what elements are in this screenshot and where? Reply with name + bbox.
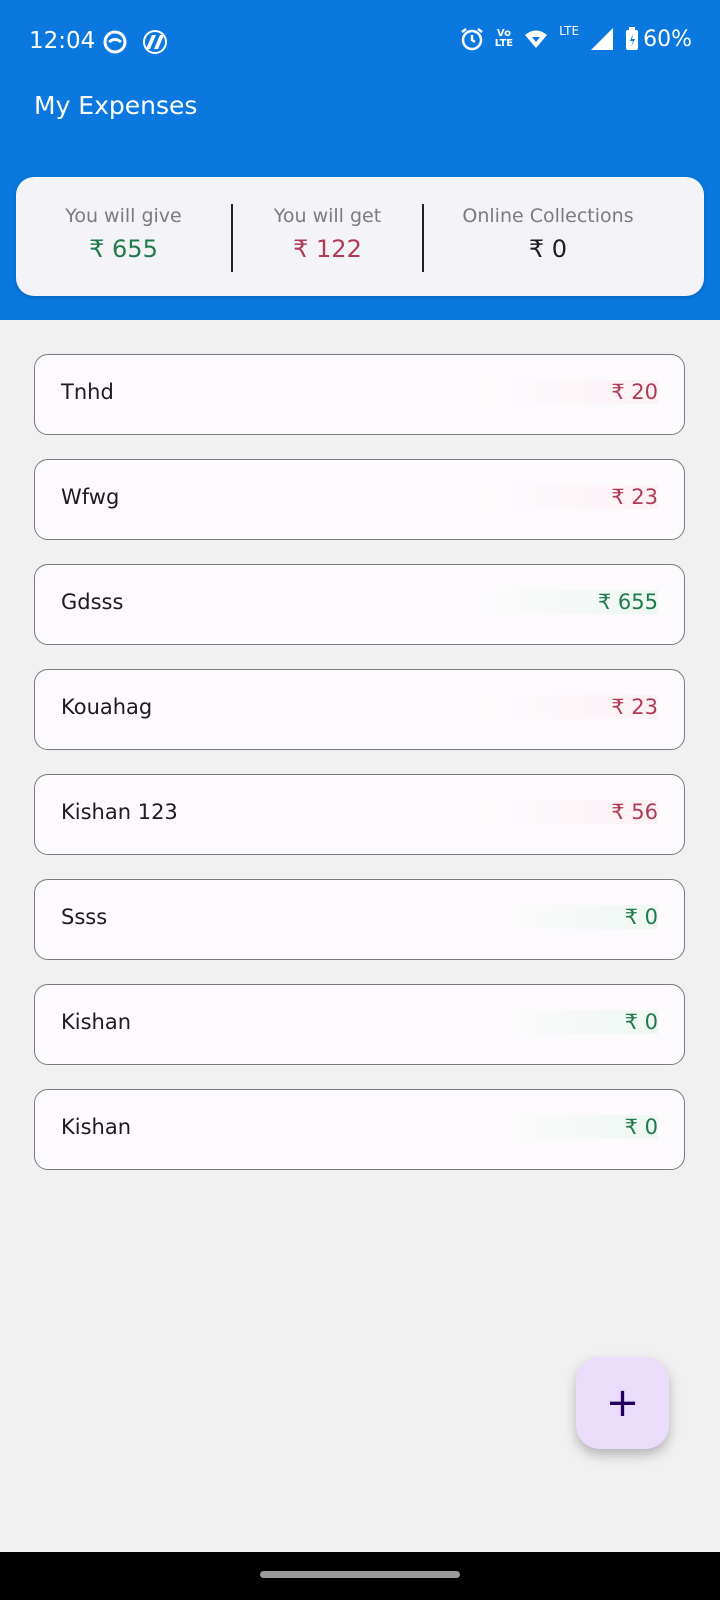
messenger-icon <box>103 30 127 54</box>
home-gesture-handle[interactable] <box>260 1571 460 1578</box>
signal-icon <box>591 28 614 50</box>
status-bar: 12:04 Vo LTE LTE 60% <box>0 0 720 86</box>
app-notification-icon <box>143 30 167 54</box>
volte-icon: Vo LTE <box>495 29 513 49</box>
entry-name: Kishan <box>61 1115 132 1139</box>
entry-amount: ₹ 20 <box>481 380 658 404</box>
entry-amount: ₹ 56 <box>481 800 658 824</box>
get-value: ₹ 122 <box>293 235 362 263</box>
list-item[interactable]: Kishan ₹ 0 <box>34 1089 685 1170</box>
give-value: ₹ 655 <box>89 235 158 263</box>
online-value: ₹ 0 <box>528 235 568 263</box>
list-item[interactable]: Ssss ₹ 0 <box>34 879 685 960</box>
alarm-icon <box>461 28 483 51</box>
system-nav-bar <box>0 1552 720 1600</box>
status-time: 12:04 <box>29 28 96 54</box>
entry-name: Wfwg <box>61 485 120 509</box>
entry-amount: ₹ 655 <box>467 590 658 614</box>
summary-card: You will give ₹ 655 You will get ₹ 122 O… <box>16 177 704 296</box>
entry-amount: ₹ 0 <box>494 1115 658 1139</box>
summary-online: Online Collections ₹ 0 <box>424 177 672 296</box>
wifi-icon <box>525 30 548 48</box>
battery-percent: 60% <box>643 26 692 52</box>
add-entry-button[interactable]: + <box>576 1357 669 1449</box>
entry-name: Kishan 123 <box>61 800 178 824</box>
app-header: 12:04 Vo LTE LTE 60% My Expenses You wil… <box>0 0 720 320</box>
entry-amount: ₹ 23 <box>481 695 658 719</box>
get-label: You will get <box>273 205 382 227</box>
entry-name: Gdsss <box>61 590 124 614</box>
plus-icon: + <box>605 1380 640 1426</box>
entry-name: Tnhd <box>61 380 114 404</box>
list-item[interactable]: Kishan ₹ 0 <box>34 984 685 1065</box>
entry-amount: ₹ 0 <box>494 1010 658 1034</box>
give-label: You will give <box>65 205 182 227</box>
page-title: My Expenses <box>34 91 198 120</box>
volte-label-bottom: LTE <box>494 38 514 49</box>
status-right-icons: Vo LTE LTE 60% <box>459 24 692 52</box>
list-item[interactable]: Wfwg ₹ 23 <box>34 459 685 540</box>
list-item[interactable]: Gdsss ₹ 655 <box>34 564 685 645</box>
list-item[interactable]: Kouahag ₹ 23 <box>34 669 685 750</box>
battery-icon <box>626 27 639 50</box>
summary-get: You will get ₹ 122 <box>233 177 422 296</box>
online-label: Online Collections <box>462 205 634 227</box>
status-left-icons <box>102 29 168 55</box>
list-item[interactable]: Tnhd ₹ 20 <box>34 354 685 435</box>
entry-name: Kouahag <box>61 695 153 719</box>
expense-list: Tnhd ₹ 20 Wfwg ₹ 23 Gdsss ₹ 655 Kouahag … <box>34 354 687 1194</box>
list-item[interactable]: Kishan 123 ₹ 56 <box>34 774 685 855</box>
entry-name: Ssss <box>61 905 108 929</box>
entry-amount: ₹ 0 <box>494 905 658 929</box>
entry-amount: ₹ 23 <box>481 485 658 509</box>
summary-give: You will give ₹ 655 <box>16 177 231 296</box>
network-label: LTE <box>559 24 580 38</box>
entry-name: Kishan <box>61 1010 132 1034</box>
